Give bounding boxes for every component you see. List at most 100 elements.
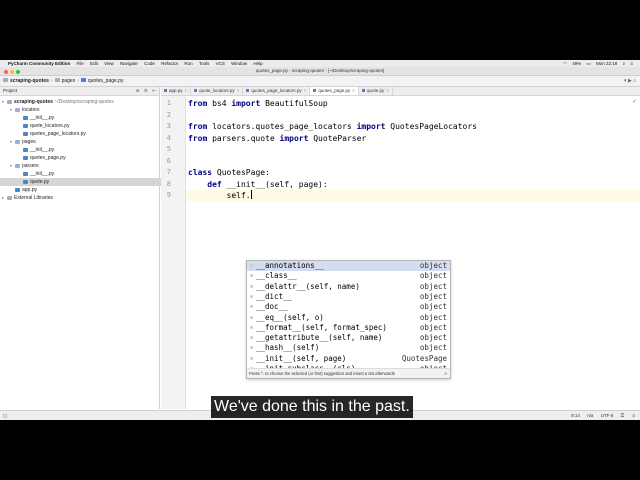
tree-item-label: quote.py	[30, 179, 50, 185]
inspection-ok-icon[interactable]: ✓	[632, 98, 637, 105]
tree-item[interactable]: ▾ locators	[0, 106, 169, 114]
notification-center-icon[interactable]: ≡	[630, 61, 633, 66]
editor-tab[interactable]: quotes_page.py ×	[310, 87, 359, 95]
menu-app-name[interactable]: PyCharm Community Edition	[8, 61, 70, 66]
sync-icon[interactable]: ⊕	[136, 88, 140, 93]
folder-icon	[3, 78, 8, 82]
menu-window[interactable]: Window	[231, 61, 247, 66]
close-tab-icon[interactable]: ×	[304, 88, 307, 93]
code-line[interactable]: from bs4 import BeautifulSoup	[188, 98, 328, 109]
wifi-icon[interactable]: ◠	[563, 61, 567, 66]
tree-item[interactable]: __init__.py	[0, 170, 177, 178]
menu-tools[interactable]: Tools	[199, 61, 210, 66]
line-number-gutter: 1 2 3 4 5 6 7 8 9	[161, 96, 186, 409]
member-icon	[250, 325, 253, 329]
close-window-icon[interactable]	[4, 70, 8, 74]
completion-item-name: __init__(self, page)	[256, 353, 347, 363]
line-number: 2	[166, 110, 171, 119]
completion-item[interactable]: __class__ object	[247, 271, 450, 281]
search-icon[interactable]: ⌕	[633, 78, 636, 84]
tree-item[interactable]: __init__.py	[0, 114, 177, 122]
line-number: 4	[166, 133, 171, 142]
run-icon[interactable]: ▶	[628, 78, 632, 84]
tree-item[interactable]: quotes_page_locators.py	[0, 130, 177, 138]
file-encoding[interactable]: UTF-8	[601, 413, 614, 418]
close-tab-icon[interactable]: ×	[352, 88, 355, 93]
completion-hint-bar: Press ^. to choose the selected (or firs…	[247, 368, 450, 378]
tree-item[interactable]: ▾ scraping-quotes ~/Desktop/scraping-quot…	[0, 98, 161, 106]
caret-position[interactable]: 9:14	[571, 413, 580, 418]
menu-file[interactable]: File	[77, 61, 84, 66]
gear-icon[interactable]: ⚙	[144, 88, 148, 93]
window-titlebar: quotes_page.py - scraping-quotes - [~/De…	[0, 67, 640, 76]
code-keyword: class	[188, 168, 213, 177]
breadcrumb-folder[interactable]: pages	[62, 78, 76, 84]
completion-item[interactable]: __doc__ object	[247, 302, 450, 312]
menu-edit[interactable]: Edit	[90, 61, 98, 66]
menu-view[interactable]: View	[104, 61, 114, 66]
code-keyword: def	[207, 179, 222, 189]
code-line[interactable]: class QuotesPage:	[188, 167, 270, 178]
tree-item[interactable]: ▾ pages	[0, 138, 169, 146]
menu-code[interactable]: Code	[144, 61, 155, 66]
editor-tab[interactable]: quote.py ×	[359, 87, 393, 95]
zoom-window-icon[interactable]	[16, 70, 20, 74]
tree-item[interactable]: ▸ External Libraries	[0, 194, 161, 202]
menu-vcs[interactable]: VCS	[216, 61, 225, 66]
code-line[interactable]: def __init__(self, page):	[188, 179, 327, 190]
tree-item[interactable]: quotes_page.py	[0, 154, 177, 162]
lock-icon[interactable]: ⚿	[621, 413, 624, 418]
completion-item[interactable]: __getattribute__(self, name) object	[247, 333, 450, 343]
menu-refactor[interactable]: Refactor	[161, 61, 178, 66]
editor-tab-label: quotes_page_locators.py	[251, 88, 302, 93]
python-file-icon	[246, 89, 250, 92]
tree-item[interactable]: quote_locators.py	[0, 122, 177, 130]
event-log-icon[interactable]: ☺	[631, 413, 636, 418]
minimize-window-icon[interactable]	[10, 70, 14, 74]
code-line[interactable]: from locators.quotes_page_locators impor…	[188, 121, 477, 132]
editor-tab[interactable]: quote_locators.py ×	[191, 87, 244, 95]
editor-tab[interactable]: quotes_page_locators.py ×	[243, 87, 311, 95]
tree-item[interactable]: quote.py	[0, 178, 177, 186]
hide-panel-icon[interactable]: ⇤	[152, 88, 156, 93]
status-right: 9:14 n/a UTF-8 ⚿ ☺	[565, 411, 636, 420]
tree-item-label: External Libraries	[14, 195, 53, 201]
tool-windows-icon[interactable]: ▢	[3, 411, 7, 420]
close-tab-icon[interactable]: ×	[386, 88, 389, 93]
breadcrumb-file[interactable]: quotes_page.py	[88, 78, 124, 84]
close-tab-icon[interactable]: ×	[237, 88, 240, 93]
line-separator[interactable]: n/a	[587, 413, 593, 418]
completion-item[interactable]: __init__(self, page) QuotesPage	[247, 354, 450, 364]
completion-item[interactable]: __eq__(self, o) object	[247, 313, 450, 323]
completion-item[interactable]: __hash__(self) object	[247, 343, 450, 353]
code-line[interactable]: from parsers.quote import QuoteParser	[188, 133, 366, 144]
battery-percent[interactable]: 49%	[572, 61, 581, 66]
menu-run[interactable]: Run	[184, 61, 192, 66]
editor-tabs: app.py × quote_locators.py × quotes_page_loc…	[161, 87, 640, 96]
completion-item[interactable]: __annotations__ object	[247, 261, 450, 272]
tree-item[interactable]: app.py	[0, 186, 169, 194]
completion-item-name: __dict__	[256, 291, 293, 301]
tree-item[interactable]: ▾ parsers	[0, 162, 169, 170]
pi-icon[interactable]: π	[444, 369, 447, 378]
mac-menubar: PyCharm Community Edition File Edit View…	[0, 60, 640, 67]
code-text: locators.quotes_page_locators	[207, 122, 357, 131]
spotlight-icon[interactable]: ⌕	[623, 61, 626, 66]
completion-item[interactable]: __delattr__(self, name) object	[247, 282, 450, 292]
menu-help[interactable]: Help	[253, 61, 262, 66]
close-tab-icon[interactable]: ×	[185, 88, 188, 93]
project-panel-title[interactable]: Project	[3, 88, 17, 93]
battery-icon[interactable]: ▭	[587, 61, 591, 66]
code-line[interactable]: self.	[188, 190, 252, 201]
clock[interactable]: Mon 22:18	[596, 61, 617, 66]
completion-item-type: object	[419, 312, 447, 322]
tree-item-label: __init__.py	[30, 147, 55, 153]
editor-tab[interactable]: app.py ×	[161, 87, 192, 95]
menu-navigate[interactable]: Navigate	[120, 61, 138, 66]
tree-item[interactable]: __init__.py	[0, 146, 177, 154]
completion-item[interactable]: __dict__ object	[247, 292, 450, 302]
breadcrumb-project[interactable]: scraping-quotes	[10, 78, 49, 84]
completion-item[interactable]: __format__(self, format_spec) object	[247, 323, 450, 333]
run-config-icon[interactable]: ▾	[624, 78, 627, 84]
